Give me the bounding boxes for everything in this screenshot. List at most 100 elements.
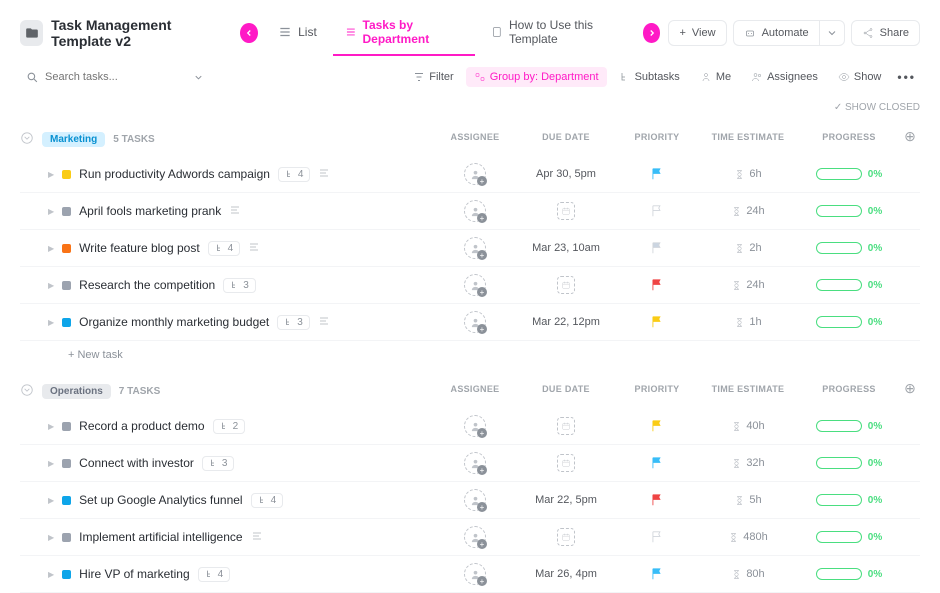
tab-how-to-use[interactable]: How to Use this Template (479, 10, 634, 56)
chevron-down-icon[interactable] (193, 72, 204, 83)
task-title[interactable]: Research the competition (79, 278, 215, 292)
automate-dropdown-button[interactable] (819, 20, 845, 46)
time-estimate-cell[interactable]: 24h (698, 205, 798, 217)
priority-flag[interactable] (622, 167, 692, 181)
priority-flag[interactable] (622, 530, 692, 544)
due-date-cell[interactable]: Mar 23, 10am (516, 242, 616, 254)
task-title[interactable]: Run productivity Adwords campaign (79, 167, 270, 181)
expand-arrow-icon[interactable]: ▶ (48, 170, 54, 179)
time-estimate-cell[interactable]: 40h (698, 420, 798, 432)
assignee-add-button[interactable] (464, 563, 486, 585)
add-column-button[interactable]: ⊕ (900, 128, 920, 145)
task-row[interactable]: ▶ Implement artificial intelligence 480h… (20, 519, 920, 556)
time-estimate-cell[interactable]: 80h (698, 568, 798, 580)
priority-flag[interactable] (622, 315, 692, 329)
assignee-add-button[interactable] (464, 526, 486, 548)
calendar-icon[interactable] (557, 417, 575, 435)
expand-arrow-icon[interactable]: ▶ (48, 244, 54, 253)
progress-cell[interactable]: 0% (804, 457, 894, 469)
subtask-badge[interactable]: 4 (251, 493, 284, 508)
expand-arrow-icon[interactable]: ▶ (48, 496, 54, 505)
assignee-add-button[interactable] (464, 237, 486, 259)
group-pill[interactable]: Marketing (42, 132, 105, 147)
calendar-icon[interactable] (557, 454, 575, 472)
progress-cell[interactable]: 0% (804, 168, 894, 180)
time-estimate-cell[interactable]: 2h (698, 242, 798, 254)
add-column-button[interactable]: ⊕ (900, 380, 920, 397)
due-date-cell[interactable]: Mar 26, 4pm (516, 568, 616, 580)
assignee-add-button[interactable] (464, 311, 486, 333)
subtask-badge[interactable]: 4 (278, 167, 311, 182)
nav-next-button[interactable] (643, 23, 661, 43)
subtasks-button[interactable]: Subtasks (611, 67, 688, 87)
task-title[interactable]: Hire VP of marketing (79, 567, 190, 581)
more-button[interactable]: ••• (893, 66, 920, 88)
expand-arrow-icon[interactable]: ▶ (48, 459, 54, 468)
task-row[interactable]: ▶ Record a product demo 2 40h 0% (20, 408, 920, 445)
time-estimate-cell[interactable]: 5h (698, 494, 798, 506)
status-square[interactable] (62, 570, 71, 579)
subtask-badge[interactable]: 4 (208, 241, 241, 256)
automate-button[interactable]: Automate (733, 20, 819, 46)
status-square[interactable] (62, 318, 71, 327)
assignee-add-button[interactable] (464, 452, 486, 474)
progress-cell[interactable]: 0% (804, 279, 894, 291)
expand-arrow-icon[interactable]: ▶ (48, 422, 54, 431)
due-date-cell[interactable]: Mar 22, 12pm (516, 316, 616, 328)
note-icon[interactable] (229, 204, 241, 219)
status-square[interactable] (62, 207, 71, 216)
task-title[interactable]: Connect with investor (79, 456, 194, 470)
assignee-add-button[interactable] (464, 489, 486, 511)
me-button[interactable]: Me (692, 67, 739, 87)
status-square[interactable] (62, 170, 71, 179)
group-pill[interactable]: Operations (42, 384, 111, 399)
assignee-add-button[interactable] (464, 274, 486, 296)
priority-flag[interactable] (622, 456, 692, 470)
expand-arrow-icon[interactable]: ▶ (48, 318, 54, 327)
calendar-icon[interactable] (557, 528, 575, 546)
time-estimate-cell[interactable]: 24h (698, 279, 798, 291)
progress-cell[interactable]: 0% (804, 494, 894, 506)
subtask-badge[interactable]: 3 (277, 315, 310, 330)
due-date-cell[interactable]: Apr 30, 5pm (516, 168, 616, 180)
task-title[interactable]: Organize monthly marketing budget (79, 315, 269, 329)
note-icon[interactable] (248, 241, 260, 256)
task-title[interactable]: Record a product demo (79, 419, 204, 433)
task-row[interactable]: ▶ Organize monthly marketing budget 3 Ma… (20, 304, 920, 341)
assignee-add-button[interactable] (464, 200, 486, 222)
time-estimate-cell[interactable]: 32h (698, 457, 798, 469)
priority-flag[interactable] (622, 204, 692, 218)
priority-flag[interactable] (622, 419, 692, 433)
collapse-toggle[interactable] (20, 131, 34, 148)
expand-arrow-icon[interactable]: ▶ (48, 570, 54, 579)
share-button[interactable]: Share (851, 20, 920, 46)
priority-flag[interactable] (622, 278, 692, 292)
task-title[interactable]: Write feature blog post (79, 241, 200, 255)
subtask-badge[interactable]: 3 (202, 456, 235, 471)
add-view-button[interactable]: + View (668, 20, 726, 46)
progress-cell[interactable]: 0% (804, 205, 894, 217)
time-estimate-cell[interactable]: 1h (698, 316, 798, 328)
status-square[interactable] (62, 533, 71, 542)
time-estimate-cell[interactable]: 6h (698, 168, 798, 180)
progress-cell[interactable]: 0% (804, 568, 894, 580)
status-square[interactable] (62, 281, 71, 290)
expand-arrow-icon[interactable]: ▶ (48, 281, 54, 290)
subtask-badge[interactable]: 4 (198, 567, 231, 582)
priority-flag[interactable] (622, 493, 692, 507)
task-title[interactable]: Set up Google Analytics funnel (79, 493, 242, 507)
tab-tasks-by-department[interactable]: Tasks by Department (333, 10, 475, 56)
status-square[interactable] (62, 422, 71, 431)
priority-flag[interactable] (622, 567, 692, 581)
nav-prev-button[interactable] (240, 23, 258, 43)
tab-list[interactable]: List (266, 17, 329, 49)
task-row[interactable]: ▶ Connect with investor 3 32h 0% (20, 445, 920, 482)
assignee-add-button[interactable] (464, 163, 486, 185)
progress-cell[interactable]: 0% (804, 531, 894, 543)
due-date-cell[interactable]: Mar 22, 5pm (516, 494, 616, 506)
progress-cell[interactable]: 0% (804, 242, 894, 254)
priority-flag[interactable] (622, 241, 692, 255)
note-icon[interactable] (251, 530, 263, 545)
progress-cell[interactable]: 0% (804, 316, 894, 328)
expand-arrow-icon[interactable]: ▶ (48, 533, 54, 542)
